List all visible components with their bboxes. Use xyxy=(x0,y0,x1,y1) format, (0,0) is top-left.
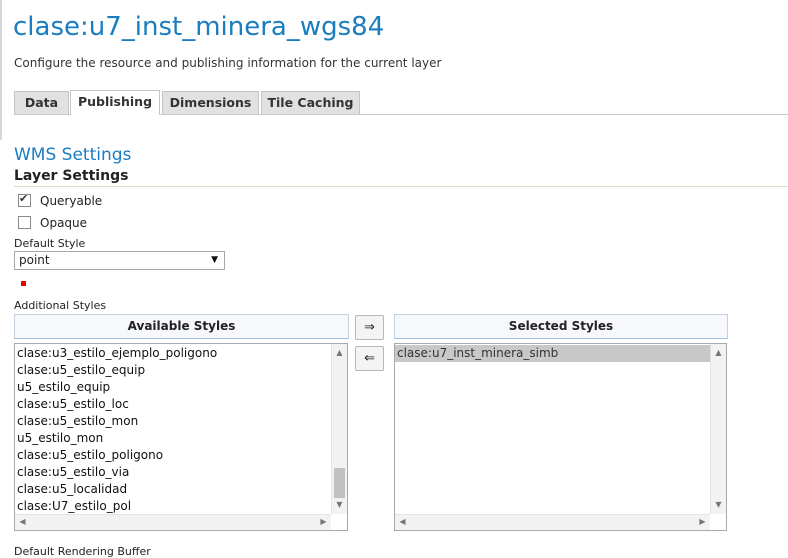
default-style-label: Default Style xyxy=(14,237,86,250)
list-item[interactable]: clase:u5_estilo_poligono xyxy=(15,447,331,464)
scroll-left-arrow-icon[interactable]: ◀ xyxy=(395,517,410,526)
page-description: Configure the resource and publishing in… xyxy=(14,56,442,70)
list-item[interactable]: clase:u5_estilo_mon xyxy=(15,413,331,430)
scroll-up-arrow-icon[interactable]: ▲ xyxy=(711,348,726,357)
queryable-label: Queryable xyxy=(40,194,103,208)
scroll-thumb[interactable] xyxy=(334,468,345,498)
available-styles-hscrollbar[interactable]: ◀ ▶ xyxy=(15,514,331,530)
available-styles-vscrollbar[interactable]: ▲ ▼ xyxy=(331,344,347,514)
list-item[interactable]: clase:u5_estilo_equip xyxy=(15,362,331,379)
chevron-down-icon: ▼ xyxy=(211,255,218,265)
list-item[interactable]: clase:u3_estilo_ejemplo_poligono xyxy=(15,345,331,362)
queryable-row: Queryable xyxy=(18,192,103,208)
default-rendering-buffer-label: Default Rendering Buffer xyxy=(14,545,151,558)
scroll-up-arrow-icon[interactable]: ▲ xyxy=(332,348,347,357)
default-style-value: point xyxy=(19,253,50,267)
remove-style-button[interactable]: ⇐ xyxy=(355,346,384,371)
page-title: clase:u7_inst_minera_wgs84 xyxy=(13,12,385,42)
wms-settings-heading: WMS Settings xyxy=(14,145,132,165)
queryable-checkbox[interactable] xyxy=(18,192,31,207)
opaque-row: Opaque xyxy=(18,216,87,230)
add-style-button[interactable]: ⇒ xyxy=(355,315,384,340)
scroll-down-arrow-icon[interactable]: ▼ xyxy=(711,500,726,509)
tab-tile-caching[interactable]: Tile Caching xyxy=(261,91,360,114)
list-item[interactable]: clase:U7_estilo_pol xyxy=(15,498,331,515)
selected-styles-hscrollbar[interactable]: ◀ ▶ xyxy=(395,514,710,530)
style-legend-swatch xyxy=(21,281,26,286)
list-item[interactable]: clase:u5_localidad xyxy=(15,481,331,498)
layer-settings-heading: Layer Settings xyxy=(14,168,129,184)
additional-styles-label: Additional Styles xyxy=(14,299,107,312)
opaque-checkbox[interactable] xyxy=(18,216,31,229)
tab-publishing[interactable]: Publishing xyxy=(70,90,160,115)
list-item[interactable]: clase:u5_estilo_via xyxy=(15,464,331,481)
layer-settings-divider xyxy=(14,186,788,187)
available-styles-header: Available Styles xyxy=(14,314,349,339)
list-item[interactable]: u5_estilo_equip xyxy=(15,379,331,396)
opaque-label: Opaque xyxy=(40,216,88,230)
selected-styles-list[interactable]: clase:u7_inst_minera_simb ▲ ▼ ◀ ▶ xyxy=(394,343,727,531)
tab-data[interactable]: Data xyxy=(14,91,69,114)
left-border xyxy=(0,0,2,140)
tab-dimensions[interactable]: Dimensions xyxy=(162,91,259,114)
list-item[interactable]: clase:u7_inst_minera_simb xyxy=(395,345,710,362)
scroll-left-arrow-icon[interactable]: ◀ xyxy=(15,517,30,526)
scroll-right-arrow-icon[interactable]: ▶ xyxy=(316,517,331,526)
selected-styles-header: Selected Styles xyxy=(394,314,728,339)
scroll-down-arrow-icon[interactable]: ▼ xyxy=(332,500,347,509)
available-styles-list[interactable]: clase:u3_estilo_ejemplo_poligono clase:u… xyxy=(14,343,348,531)
default-style-select[interactable]: point ▼ xyxy=(14,251,225,270)
scroll-right-arrow-icon[interactable]: ▶ xyxy=(695,517,710,526)
list-item[interactable]: clase:u5_estilo_loc xyxy=(15,396,331,413)
list-item[interactable]: u5_estilo_mon xyxy=(15,430,331,447)
selected-styles-vscrollbar[interactable]: ▲ ▼ xyxy=(710,344,726,514)
